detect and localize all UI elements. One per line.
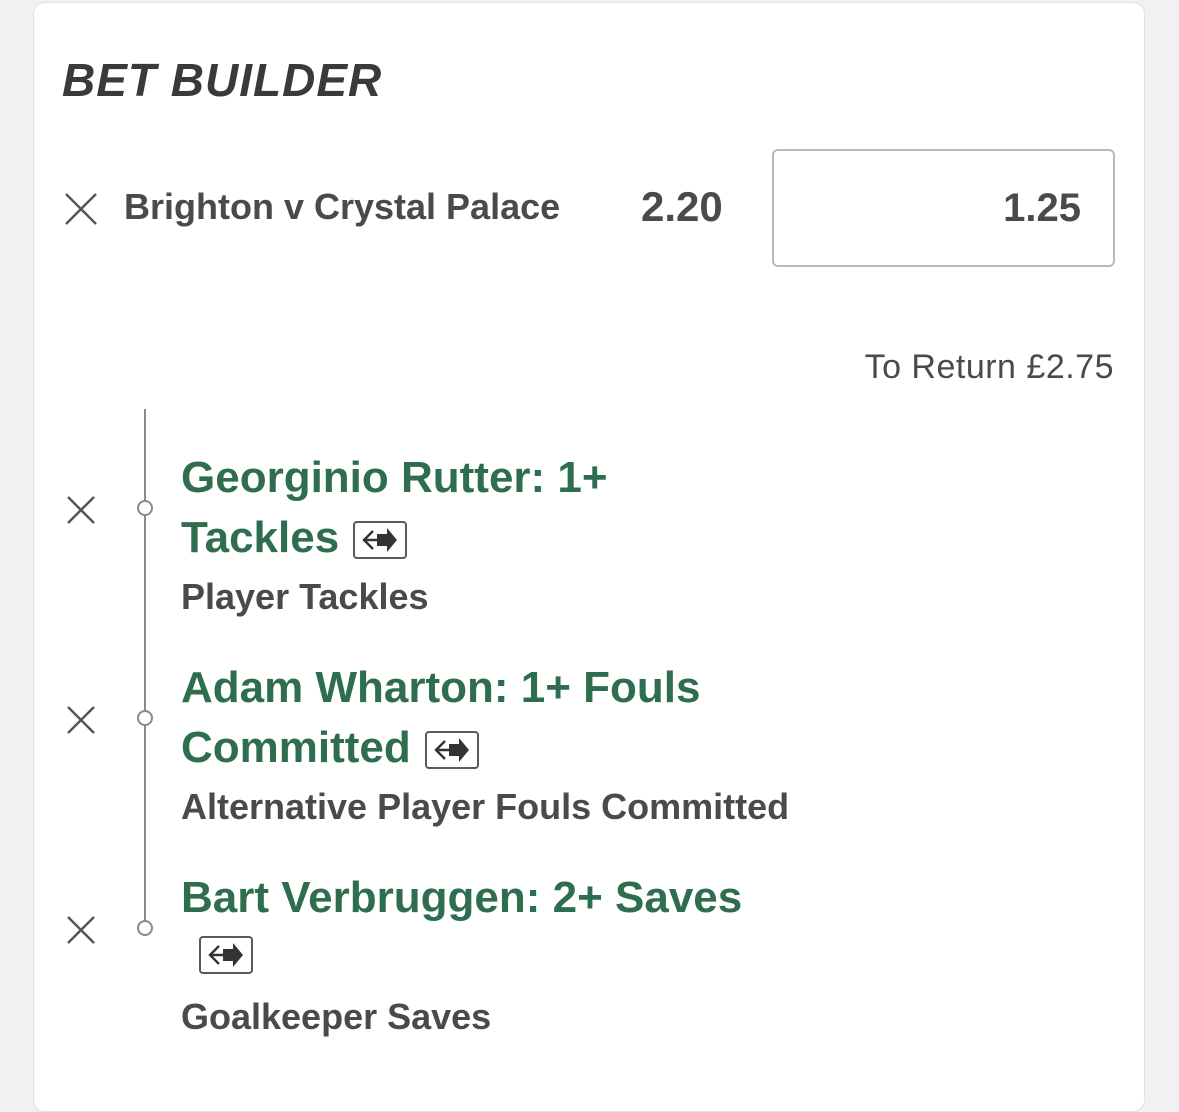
swap-arrows-icon[interactable]	[353, 521, 408, 560]
selection-title: Bart Verbruggen: 2+ Saves	[181, 873, 743, 922]
to-return-text: To Return £2.75	[864, 348, 1114, 386]
swap-arrows-icon[interactable]	[424, 731, 479, 770]
swap-arrows-icon[interactable]	[199, 936, 253, 974]
selection-timeline	[144, 409, 146, 929]
selection-title: Adam Wharton: 1+ Fouls	[181, 663, 701, 712]
remove-bet-close-icon[interactable]	[61, 189, 101, 229]
selection-title-text: Tackles	[181, 513, 340, 562]
match-name: Brighton v Crystal Palace	[124, 186, 561, 227]
bet-odds: 2.20	[641, 183, 723, 230]
selection-title-line2: Committed	[181, 718, 479, 778]
selection-market: Player Tackles	[181, 576, 429, 617]
timeline-dot	[137, 500, 153, 516]
selection-title: Georginio Rutter: 1+	[181, 453, 608, 502]
timeline-dot	[137, 710, 153, 726]
remove-selection-close-icon[interactable]	[61, 700, 101, 740]
stake-input[interactable]	[772, 149, 1115, 267]
selection-market: Alternative Player Fouls Committed	[181, 786, 790, 827]
selection-title-text: Committed	[181, 723, 411, 772]
remove-selection-close-icon[interactable]	[61, 490, 101, 530]
timeline-dot	[137, 920, 153, 936]
bet-builder-title: BET BUILDER	[62, 54, 383, 106]
remove-selection-close-icon[interactable]	[61, 910, 101, 950]
selection-market: Goalkeeper Saves	[181, 996, 492, 1037]
selection-title-line2: Tackles	[181, 508, 408, 568]
